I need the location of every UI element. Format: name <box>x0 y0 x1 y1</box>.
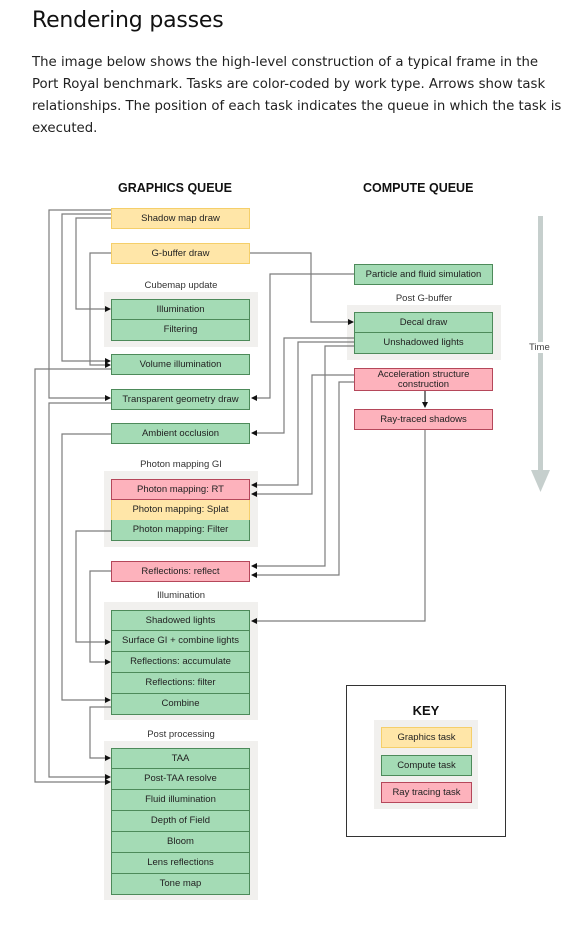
arrow-combine-to-taa <box>89 706 111 761</box>
task-ray-traced-shadows: Ray-traced shadows <box>354 409 493 430</box>
arrow-shadowmap-to-transparent <box>48 209 111 401</box>
arrow-volume-to-posttaa <box>34 368 111 785</box>
task-tone-map: Tone map <box>111 874 250 895</box>
task-shadow-map-draw: Shadow map draw <box>111 208 250 229</box>
task-shadowed-lights: Shadowed lights <box>111 610 250 631</box>
time-axis-arrow <box>531 216 550 492</box>
task-decal-draw: Decal draw <box>354 312 493 333</box>
frame-diagram: GRAPHICS QUEUE COMPUTE QUEUE Cubemap upd… <box>0 0 586 937</box>
time-axis-label: Time <box>529 342 550 353</box>
task-depth-of-field: Depth of Field <box>111 811 250 832</box>
task-volume-illumination: Volume illumination <box>111 354 250 375</box>
task-taa: TAA <box>111 748 250 769</box>
task-cubemap-filtering: Filtering <box>111 320 250 341</box>
task-combine: Combine <box>111 694 250 715</box>
legend-title: KEY <box>412 703 440 718</box>
task-fluid-illumination: Fluid illumination <box>111 790 250 811</box>
arrow-ao-to-combine <box>61 433 111 703</box>
task-cubemap-illumination: Illumination <box>111 299 250 320</box>
arrow-photonfilter-to-surfacegi <box>75 530 111 645</box>
task-reflections-filter: Reflections: filter <box>111 673 250 694</box>
task-photon-mapping-filter: Photon mapping: Filter <box>111 520 250 541</box>
arrow-gbuffer-to-decal <box>250 252 354 325</box>
legend-item-graphics: Graphics task <box>381 727 472 748</box>
task-particle-fluid-simulation: Particle and fluid simulation <box>354 264 493 285</box>
task-reflections-reflect: Reflections: reflect <box>111 561 250 582</box>
task-transparent-geometry-draw: Transparent geometry draw <box>111 389 250 410</box>
task-lens-reflections: Lens reflections <box>111 853 250 874</box>
legend-item-raytracing: Ray tracing task <box>381 782 472 803</box>
task-bloom: Bloom <box>111 832 250 853</box>
task-photon-mapping-rt: Photon mapping: RT <box>111 479 250 500</box>
task-unshadowed-lights: Unshadowed lights <box>354 333 493 354</box>
task-photon-mapping-splat: Photon mapping: Splat <box>111 500 250 521</box>
legend-item-compute: Compute task <box>381 755 472 776</box>
arrow-accel-to-reflect <box>251 381 354 578</box>
task-reflections-accumulate: Reflections: accumulate <box>111 652 250 673</box>
arrow-reflect-to-accumulate <box>89 570 111 665</box>
task-acceleration-structure-construction: Acceleration structure construction <box>354 368 493 391</box>
task-post-taa-resolve: Post-TAA resolve <box>111 769 250 790</box>
task-ambient-occlusion: Ambient occlusion <box>111 423 250 444</box>
arrow-shadowmap-to-cubemap <box>75 217 111 312</box>
task-gbuffer-draw: G-buffer draw <box>111 243 250 264</box>
task-surface-gi-combine-lights: Surface GI + combine lights <box>111 631 250 652</box>
arrow-shadowmap-to-volume <box>61 213 111 364</box>
arrow-particle-to-transparent <box>251 273 354 401</box>
arrow-transparent-to-posttaa <box>48 402 111 780</box>
